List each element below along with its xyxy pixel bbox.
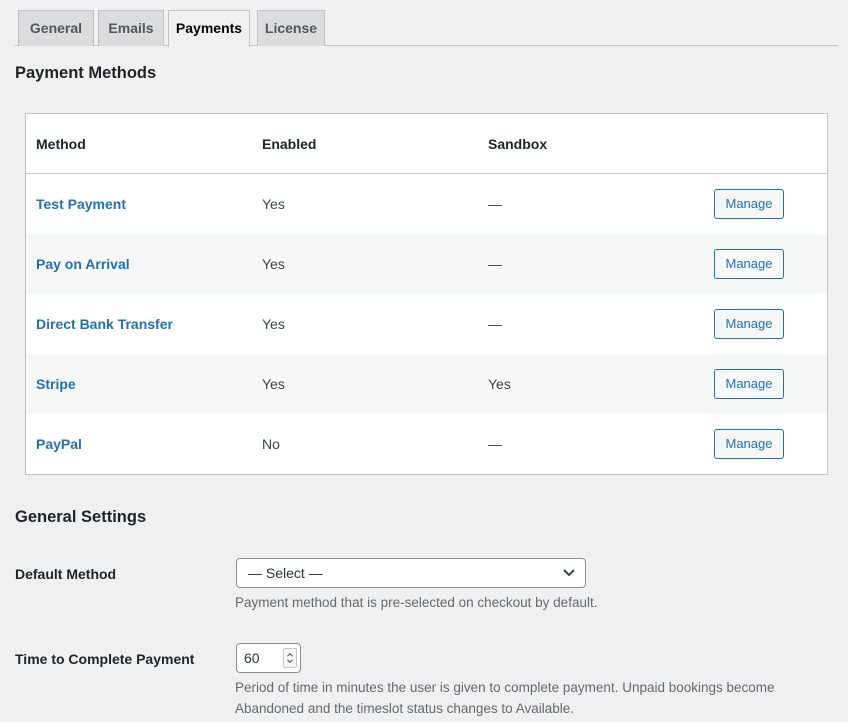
time-to-complete-input[interactable]: 60 (236, 643, 301, 673)
table-row: Test Payment Yes — Manage (26, 174, 827, 234)
table-header: Method Enabled Sandbox (26, 114, 827, 174)
table-row: Stripe Yes Yes Manage (26, 354, 827, 414)
method-link[interactable]: Direct Bank Transfer (36, 316, 173, 332)
sandbox-value: — (488, 316, 502, 332)
table-row: Direct Bank Transfer Yes — Manage (26, 294, 827, 354)
enabled-value: Yes (262, 316, 285, 332)
sandbox-value: — (488, 436, 502, 452)
default-method-select[interactable]: — Select — (236, 558, 586, 588)
time-to-complete-value: 60 (244, 650, 260, 666)
manage-button[interactable]: Manage (714, 369, 784, 399)
time-to-complete-description-line1: Period of time in minutes the user is gi… (235, 680, 775, 695)
payment-methods-table: Method Enabled Sandbox Test Payment Yes … (25, 113, 828, 475)
manage-button[interactable]: Manage (714, 249, 784, 279)
table-row: Pay on Arrival Yes — Manage (26, 234, 827, 294)
enabled-value: Yes (262, 196, 285, 212)
settings-tabs: General Emails Payments License (15, 10, 838, 47)
manage-button[interactable]: Manage (714, 189, 784, 219)
method-link[interactable]: Pay on Arrival (36, 256, 130, 272)
time-to-complete-label: Time to Complete Payment (15, 651, 195, 667)
default-method-label: Default Method (15, 566, 117, 582)
manage-button[interactable]: Manage (714, 309, 784, 339)
tab-emails[interactable]: Emails (98, 10, 164, 46)
settings-page: General Emails Payments License Payment … (0, 0, 848, 722)
chevron-down-icon (563, 569, 575, 577)
tab-general[interactable]: General (18, 10, 94, 46)
column-header-sandbox: Sandbox (488, 136, 548, 152)
method-link[interactable]: Stripe (36, 376, 76, 392)
tab-payments[interactable]: Payments (168, 10, 250, 47)
tab-license[interactable]: License (257, 10, 325, 46)
column-header-method: Method (36, 136, 86, 152)
sandbox-value: — (488, 256, 502, 272)
sandbox-value: Yes (488, 376, 511, 392)
default-method-selected-value: — Select — (248, 565, 323, 581)
manage-button[interactable]: Manage (714, 429, 784, 459)
table-row: PayPal No — Manage (26, 414, 827, 474)
method-link[interactable]: Test Payment (36, 196, 126, 212)
enabled-value: Yes (262, 376, 285, 392)
general-settings-heading: General Settings (15, 508, 147, 526)
spinner-arrows-icon[interactable] (283, 648, 297, 668)
payment-methods-heading: Payment Methods (15, 64, 157, 82)
sandbox-value: — (488, 196, 502, 212)
enabled-value: No (262, 436, 280, 452)
method-link[interactable]: PayPal (36, 436, 82, 452)
column-header-enabled: Enabled (262, 136, 317, 152)
time-to-complete-description-line2: Abandoned and the timeslot status change… (235, 701, 574, 716)
enabled-value: Yes (262, 256, 285, 272)
default-method-description: Payment method that is pre-selected on c… (235, 595, 598, 610)
